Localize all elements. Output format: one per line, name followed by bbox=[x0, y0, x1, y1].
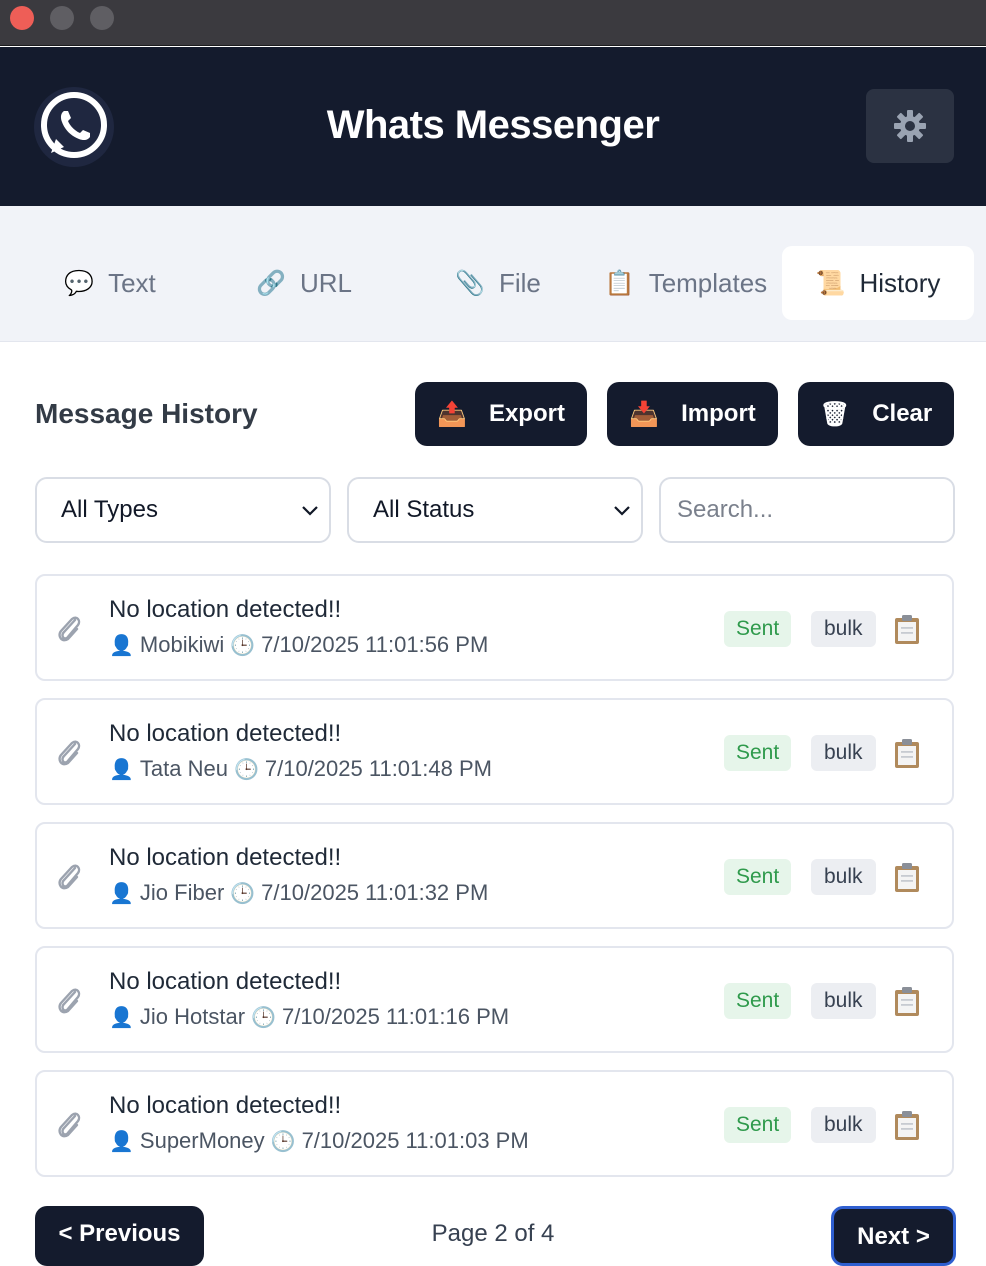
tab-file[interactable]: 📎 File bbox=[428, 246, 568, 320]
message-meta: 👤 Jio Hotstar 🕒 7/10/2025 11:01:16 PM bbox=[109, 1004, 509, 1030]
user-icon: 👤 bbox=[109, 634, 134, 657]
message-text: No location detected!! bbox=[109, 844, 342, 871]
history-row[interactable]: No location detected!! 👤 Mobikiwi 🕒 7/10/202… bbox=[35, 574, 954, 681]
type-badge: bulk bbox=[811, 859, 876, 895]
clock-icon: 🕒 bbox=[230, 634, 256, 657]
contact-name: SuperMoney bbox=[139, 1128, 265, 1153]
window-titlebar bbox=[0, 0, 986, 46]
status-badge: Sent bbox=[724, 735, 792, 771]
tab-label: History bbox=[859, 267, 941, 298]
chevron-down-icon bbox=[302, 506, 318, 516]
type-badge: bulk bbox=[811, 1107, 876, 1143]
inbox-icon: 📥 bbox=[629, 400, 660, 428]
message-meta: 👤 Tata Neu 🕒 7/10/2025 11:01:48 PM bbox=[109, 756, 492, 782]
message-timestamp: 7/10/2025 11:01:32 PM bbox=[261, 880, 489, 905]
chevron-down-icon bbox=[614, 506, 630, 516]
history-row[interactable]: No location detected!! 👤 SuperMoney 🕒 7/10/2… bbox=[35, 1070, 954, 1177]
gear-icon bbox=[894, 110, 926, 142]
clock-icon: 🕒 bbox=[233, 758, 259, 781]
import-label: Import bbox=[681, 400, 756, 427]
next-page-button[interactable]: Next > bbox=[831, 1206, 956, 1266]
tab-label: File bbox=[498, 267, 541, 298]
status-badge: Sent bbox=[724, 611, 792, 647]
search-input[interactable] bbox=[677, 496, 937, 524]
message-text: No location detected!! bbox=[109, 596, 342, 623]
export-button[interactable]: 📤 Export bbox=[415, 382, 587, 446]
clipboard-icon: 📋 bbox=[604, 269, 635, 297]
outbox-icon: 📤 bbox=[437, 400, 467, 428]
mode-tabs: 💬 Text 🔗 URL 📎 File 📋 Templates 📜 Histor… bbox=[0, 206, 986, 342]
message-meta: 👤 SuperMoney 🕒 7/10/2025 11:01:03 PM bbox=[109, 1128, 529, 1154]
message-timestamp: 7/10/2025 11:01:56 PM bbox=[261, 632, 489, 657]
app-header: Whats Messenger bbox=[0, 47, 986, 206]
message-text: No location detected!! bbox=[109, 1092, 342, 1119]
paperclip-icon bbox=[58, 1112, 81, 1138]
tab-url[interactable]: 🔗 URL bbox=[234, 246, 374, 320]
status-badge: Sent bbox=[724, 859, 792, 895]
clear-button[interactable]: 🗑 Clear bbox=[798, 382, 954, 446]
app-title: Whats Messenger bbox=[326, 103, 660, 147]
paperclip-icon bbox=[58, 864, 81, 890]
type-badge: bulk bbox=[811, 983, 876, 1019]
status-filter-value: All Status bbox=[373, 496, 475, 523]
tab-label: Templates bbox=[648, 267, 768, 298]
window-minimize-button[interactable] bbox=[50, 6, 74, 30]
trash-icon: 🗑 bbox=[819, 400, 851, 428]
user-icon: 👤 bbox=[109, 1130, 134, 1153]
type-badge: bulk bbox=[811, 735, 876, 771]
message-timestamp: 7/10/2025 11:01:48 PM bbox=[264, 756, 492, 781]
message-meta: 👤 Mobikiwi 🕒 7/10/2025 11:01:56 PM bbox=[109, 632, 488, 658]
status-badge: Sent bbox=[724, 1107, 792, 1143]
copy-clipboard-icon[interactable] bbox=[893, 738, 921, 770]
message-timestamp: 7/10/2025 11:01:03 PM bbox=[301, 1128, 529, 1153]
window-maximize-button[interactable] bbox=[90, 6, 114, 30]
history-row[interactable]: No location detected!! 👤 Jio Hotstar 🕒 7/10/… bbox=[35, 946, 954, 1053]
message-text: No location detected!! bbox=[109, 720, 342, 747]
speech-bubble-icon: 💬 bbox=[64, 269, 95, 297]
contact-name: Jio Hotstar bbox=[139, 1004, 246, 1029]
status-badge: Sent bbox=[724, 983, 792, 1019]
link-icon: 🔗 bbox=[256, 269, 286, 297]
contact-name: Tata Neu bbox=[139, 756, 228, 781]
history-row[interactable]: No location detected!! 👤 Jio Fiber 🕒 7/10/20… bbox=[35, 822, 954, 929]
copy-clipboard-icon[interactable] bbox=[893, 986, 921, 1018]
status-filter-select[interactable]: All Status bbox=[347, 477, 643, 543]
paperclip-icon bbox=[58, 740, 81, 766]
tab-history[interactable]: 📜 History bbox=[782, 246, 974, 320]
user-icon: 👤 bbox=[109, 1006, 134, 1029]
message-timestamp: 7/10/2025 11:01:16 PM bbox=[281, 1004, 510, 1029]
settings-button[interactable] bbox=[866, 89, 954, 163]
copy-clipboard-icon[interactable] bbox=[893, 862, 921, 894]
export-label: Export bbox=[488, 400, 565, 427]
clock-icon: 🕒 bbox=[270, 1130, 296, 1153]
clear-label: Clear bbox=[872, 400, 933, 427]
message-meta: 👤 Jio Fiber 🕒 7/10/2025 11:01:32 PM bbox=[109, 880, 488, 906]
user-icon: 👤 bbox=[109, 758, 134, 781]
copy-clipboard-icon[interactable] bbox=[893, 1110, 921, 1142]
type-filter-value: All Types bbox=[61, 496, 158, 523]
clock-icon: 🕒 bbox=[251, 1006, 276, 1029]
paperclip-icon: 📎 bbox=[455, 269, 485, 297]
history-row[interactable]: No location detected!! 👤 Tata Neu 🕒 7/10/202… bbox=[35, 698, 954, 805]
import-button[interactable]: 📥 Import bbox=[607, 382, 778, 446]
clock-icon: 🕒 bbox=[230, 882, 256, 905]
section-title: Message History bbox=[35, 398, 258, 429]
tab-label: URL bbox=[299, 267, 352, 298]
contact-name: Jio Fiber bbox=[139, 880, 225, 905]
tab-templates[interactable]: 📋 Templates bbox=[596, 246, 776, 320]
tab-text[interactable]: 💬 Text bbox=[40, 246, 180, 320]
paperclip-icon bbox=[58, 988, 81, 1014]
copy-clipboard-icon[interactable] bbox=[893, 614, 921, 646]
scroll-icon: 📜 bbox=[815, 269, 846, 297]
paperclip-icon bbox=[58, 616, 81, 642]
type-filter-select[interactable]: All Types bbox=[35, 477, 331, 543]
contact-name: Mobikiwi bbox=[139, 632, 225, 657]
message-text: No location detected!! bbox=[109, 968, 342, 995]
tab-label: Text bbox=[108, 267, 156, 298]
type-badge: bulk bbox=[811, 611, 876, 647]
search-field[interactable] bbox=[659, 477, 955, 543]
user-icon: 👤 bbox=[109, 882, 134, 905]
window-close-button[interactable] bbox=[10, 6, 34, 30]
